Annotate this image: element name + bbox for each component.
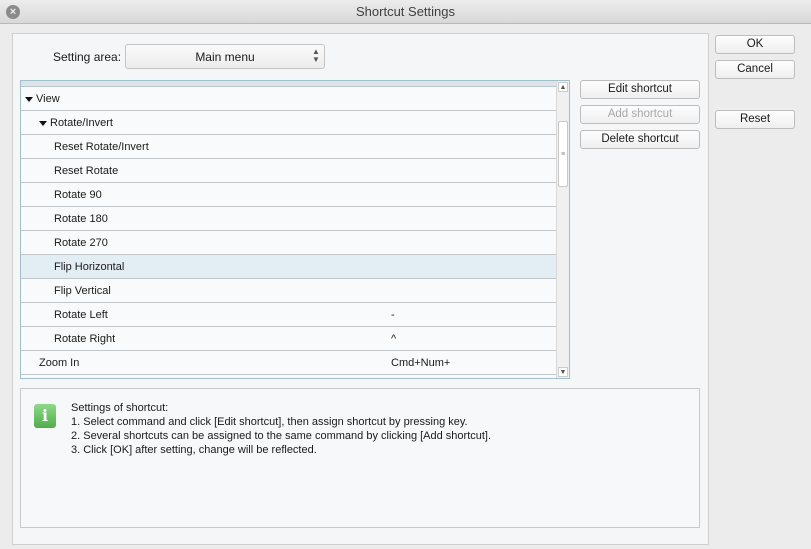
command-cell: Reset Rotate xyxy=(54,159,118,183)
edit-shortcut-button[interactable]: Edit shortcut xyxy=(580,80,700,99)
command-label: Rotate 90 xyxy=(54,189,102,201)
info-line: 2. Several shortcuts can be assigned to … xyxy=(71,430,492,442)
info-line: 1. Select command and click [Edit shortc… xyxy=(71,416,468,428)
list-row[interactable]: Reset Rotate/Invert xyxy=(21,135,557,159)
command-label: Rotate/Invert xyxy=(50,117,113,129)
list-row[interactable]: Zoom In Cmd+Num+ xyxy=(21,351,557,375)
info-heading: Settings of shortcut: xyxy=(71,402,169,414)
info-icon: i xyxy=(34,404,56,428)
command-label: Reset Rotate/Invert xyxy=(54,141,149,153)
list-row[interactable]: Flip Vertical xyxy=(21,279,557,303)
command-label: Reset Rotate xyxy=(54,165,119,177)
command-cell: Rotate/Invert xyxy=(39,111,113,135)
list-row[interactable]: Rotate Right ^ xyxy=(21,327,557,351)
command-cell: Zoom In xyxy=(39,351,79,375)
command-list: View Rotate/Invert Reset Rotate/Invert Rese… xyxy=(20,80,570,379)
list-row[interactable]: Flip Horizontal xyxy=(21,255,557,279)
info-box: i Settings of shortcut: 1. Select comman… xyxy=(20,388,700,528)
list-row[interactable]: View xyxy=(21,87,557,111)
command-cell: Rotate Right xyxy=(54,327,115,351)
disclosure-triangle-icon[interactable] xyxy=(25,96,33,102)
window-title: Shortcut Settings xyxy=(356,4,455,19)
setting-area-label: Setting area: xyxy=(53,50,122,64)
cancel-button[interactable]: Cancel xyxy=(715,60,795,79)
command-label: Zoom In xyxy=(39,357,80,369)
reset-button[interactable]: Reset xyxy=(715,110,795,129)
add-shortcut-button[interactable]: Add shortcut xyxy=(580,105,700,124)
command-cell: Reset Rotate/Invert xyxy=(54,135,149,159)
command-cell: Rotate 180 xyxy=(54,207,108,231)
setting-area-select[interactable]: Main menu ▲ ▼ xyxy=(125,44,325,69)
info-text: Settings of shortcut: 1. Select command … xyxy=(71,401,491,457)
disclosure-triangle-icon[interactable] xyxy=(39,120,47,126)
command-cell: Flip Vertical xyxy=(54,279,111,303)
command-cell: Rotate 90 xyxy=(54,183,102,207)
command-label: Rotate 180 xyxy=(54,213,108,225)
command-label: Flip Vertical xyxy=(54,285,111,297)
command-cell: Rotate 270 xyxy=(54,231,108,255)
shortcut-cell: ^ xyxy=(391,333,397,345)
command-cell: Rotate Left xyxy=(54,303,108,327)
ok-button[interactable]: OK xyxy=(715,35,795,54)
command-label: Rotate 270 xyxy=(54,237,108,249)
command-label: Flip Horizontal xyxy=(54,261,125,273)
list-row[interactable]: Rotate 180 xyxy=(21,207,557,231)
command-label: Rotate Right xyxy=(54,333,116,345)
shortcut-cell: Cmd+Num+ xyxy=(391,357,451,369)
command-cell: View xyxy=(25,87,60,111)
command-label: View xyxy=(36,93,60,105)
title-bar: × Shortcut Settings xyxy=(0,0,811,24)
list-row[interactable]: Rotate Left - xyxy=(21,303,557,327)
list-row[interactable]: Rotate/Invert xyxy=(21,111,557,135)
delete-shortcut-button[interactable]: Delete shortcut xyxy=(580,130,700,149)
command-cell: Flip Horizontal xyxy=(54,255,124,279)
scroll-thumb[interactable]: ≡ xyxy=(558,121,568,187)
close-icon[interactable]: × xyxy=(6,5,20,19)
command-label: Rotate Left xyxy=(54,309,108,321)
shortcut-cell: - xyxy=(391,309,395,321)
info-line: 3. Click [OK] after setting, change will… xyxy=(71,444,317,456)
list-row[interactable]: Rotate 90 xyxy=(21,183,557,207)
scroll-up-icon[interactable]: ▲ xyxy=(558,82,568,92)
list-row[interactable]: Rotate 270 xyxy=(21,231,557,255)
setting-area-value: Main menu xyxy=(195,50,255,64)
scroll-down-icon[interactable]: ▼ xyxy=(558,367,568,377)
stepper-arrows-icon: ▲ ▼ xyxy=(312,47,320,64)
list-row[interactable]: Reset Rotate xyxy=(21,159,557,183)
scrollbar[interactable]: ▲ ≡ ▼ xyxy=(556,81,569,378)
